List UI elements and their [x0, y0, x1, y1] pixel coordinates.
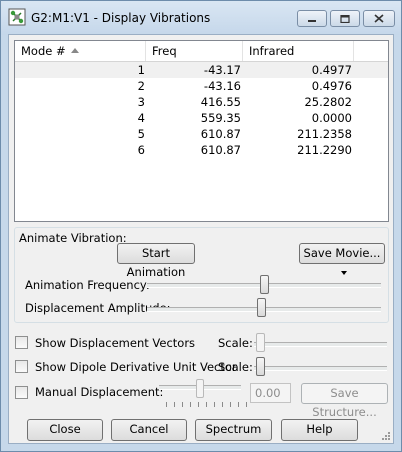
- vectors-scale-slider[interactable]: [256, 333, 266, 352]
- infrared-cell: 0.0000: [311, 111, 352, 125]
- tick-mark: [222, 402, 223, 407]
- table-row[interactable]: 4 559.35 0.0000: [15, 110, 388, 126]
- displacement-amplitude-slider[interactable]: [257, 298, 267, 317]
- mode-cell: 3: [137, 95, 145, 109]
- save-movie-label: Save Movie...: [303, 246, 381, 260]
- close-icon: [374, 14, 384, 23]
- vectors-scale-track: [254, 342, 387, 347]
- title-bar[interactable]: G2:M1:V1 - Display Vibrations: [1, 1, 401, 35]
- animation-frequency-label: Animation Frequency:: [25, 278, 150, 292]
- vectors-scale-label: Scale:: [218, 336, 253, 350]
- column-header-mode[interactable]: Mode #: [15, 41, 146, 61]
- show-dipole-derivative-checkbox[interactable]: [15, 360, 28, 373]
- tick-mark: [166, 402, 167, 407]
- cancel-button[interactable]: Cancel: [111, 419, 187, 441]
- manual-displacement-value-field[interactable]: 0.00: [250, 383, 291, 403]
- mode-cell: 2: [137, 79, 145, 93]
- manual-displacement-ticks: [166, 402, 247, 408]
- gaussview-app-icon: [8, 8, 26, 26]
- manual-displacement-label: Manual Displacement:: [35, 385, 164, 399]
- manual-displacement-checkbox[interactable]: [15, 386, 28, 399]
- maximize-icon: [340, 14, 350, 23]
- animation-frequency-slider[interactable]: [259, 275, 269, 294]
- tick-mark: [174, 402, 175, 407]
- maximize-button[interactable]: [330, 10, 360, 27]
- column-header-infrared[interactable]: Infrared: [243, 41, 354, 61]
- dialog-body: Mode # Freq Infrared 1 -43.17 0.4977 2 -43.1…: [8, 34, 394, 444]
- close-button[interactable]: Close: [27, 419, 103, 441]
- show-displacement-vectors-checkbox[interactable]: [15, 336, 28, 349]
- resize-grip-icon[interactable]: [381, 431, 391, 441]
- infrared-cell: 0.4976: [311, 79, 352, 93]
- tick-mark: [190, 402, 191, 407]
- close-window-button[interactable]: [363, 10, 395, 27]
- table-row[interactable]: 1 -43.17 0.4977: [15, 62, 388, 78]
- table-row[interactable]: 6 610.87 211.2290: [15, 142, 388, 158]
- tick-mark: [246, 402, 247, 407]
- freq-cell: 610.87: [200, 127, 241, 141]
- save-movie-button[interactable]: Save Movie...: [299, 243, 385, 275]
- chevron-down-icon: [340, 270, 347, 275]
- freq-cell: -43.16: [203, 79, 241, 93]
- table-row[interactable]: 3 416.55 25.2802: [15, 94, 388, 110]
- manual-displacement-slider[interactable]: [196, 379, 204, 398]
- minimize-icon: [308, 19, 316, 22]
- column-header-mode-label: Mode #: [21, 44, 66, 58]
- tick-mark: [198, 402, 199, 407]
- infrared-cell: 25.2802: [304, 95, 352, 109]
- dipole-scale-slider[interactable]: [256, 357, 266, 376]
- show-displacement-vectors-label: Show Displacement Vectors: [35, 336, 196, 350]
- tick-mark: [238, 402, 239, 407]
- dipole-scale-track: [254, 366, 387, 371]
- sort-ascending-icon: [71, 48, 79, 53]
- dipole-scale-label: Scale:: [218, 360, 253, 374]
- minimize-button[interactable]: [297, 10, 327, 27]
- mode-cell: 6: [137, 143, 145, 157]
- help-button[interactable]: Help: [281, 419, 358, 441]
- spectrum-button[interactable]: Spectrum: [195, 419, 272, 441]
- column-header-freq[interactable]: Freq: [146, 41, 243, 61]
- tick-mark: [206, 402, 207, 407]
- freq-cell: 610.87: [200, 143, 241, 157]
- table-row[interactable]: 2 -43.16 0.4976: [15, 78, 388, 94]
- start-animation-button[interactable]: Start Animation: [117, 243, 195, 279]
- save-structure-button[interactable]: Save Structure...: [301, 383, 388, 419]
- display-vibrations-window: G2:M1:V1 - Display Vibrations Mode # Fre…: [0, 0, 402, 452]
- infrared-cell: 211.2358: [297, 127, 352, 141]
- mode-cell: 4: [137, 111, 145, 125]
- vibration-mode-list[interactable]: Mode # Freq Infrared 1 -43.17 0.4977 2 -43.1…: [14, 40, 389, 222]
- show-dipole-derivative-label: Show Dipole Derivative Unit Vector: [35, 360, 237, 374]
- tick-mark: [182, 402, 183, 407]
- tick-mark: [214, 402, 215, 407]
- mode-cell: 5: [137, 127, 145, 141]
- freq-cell: -43.17: [203, 63, 241, 77]
- freq-cell: 416.55: [200, 95, 241, 109]
- tick-mark: [230, 402, 231, 407]
- table-row[interactable]: 5 610.87 211.2358: [15, 126, 388, 142]
- infrared-cell: 0.4977: [311, 63, 352, 77]
- list-header: Mode # Freq Infrared: [15, 41, 388, 62]
- mode-cell: 1: [137, 63, 145, 77]
- infrared-cell: 211.2290: [297, 143, 352, 157]
- animate-vibration-label: Animate Vibration:: [19, 231, 127, 245]
- freq-cell: 559.35: [200, 111, 241, 125]
- window-title: G2:M1:V1 - Display Vibrations: [31, 11, 211, 25]
